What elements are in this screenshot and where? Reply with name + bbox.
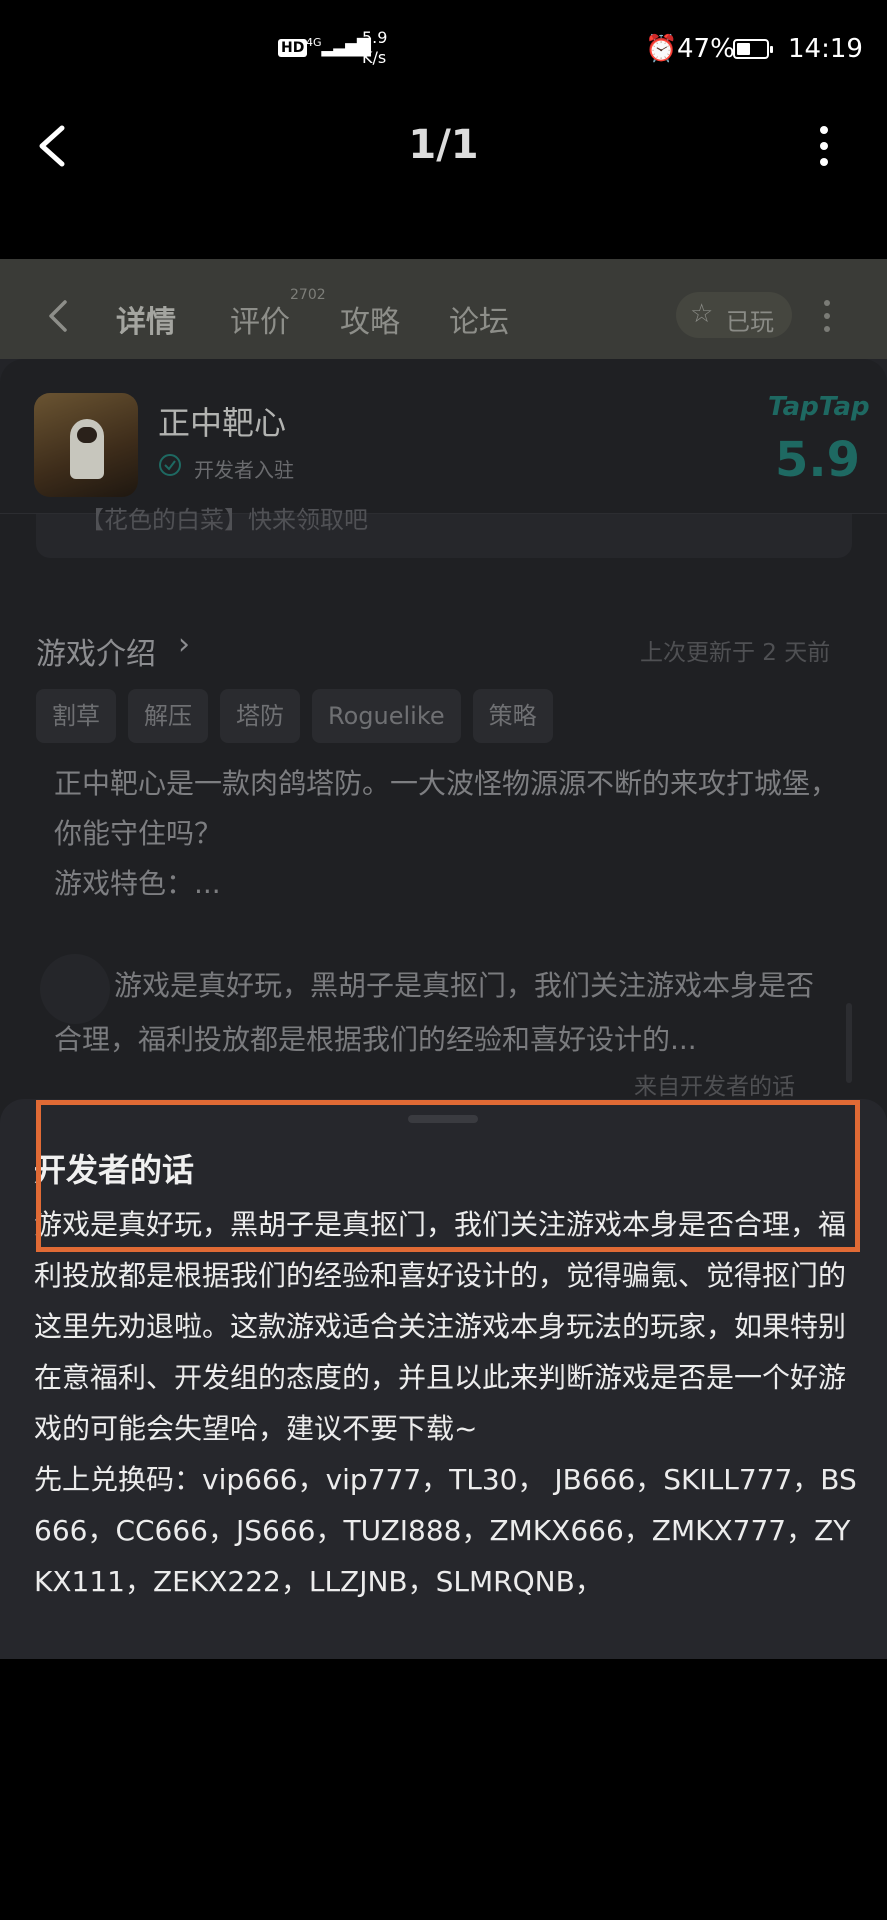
promo-banner-text: 【花色的白菜】快来领取吧 — [80, 506, 368, 534]
intro-title[interactable]: 游戏介绍 — [36, 629, 156, 673]
more-vertical-icon[interactable] — [812, 126, 836, 170]
battery-icon — [733, 39, 773, 59]
hd-badge: HD — [278, 39, 308, 57]
cellular-signal-icon: 4G▂▃▅▇ — [306, 36, 371, 57]
developer-words-preview[interactable]: 游戏是真好玩，黑胡子是真抠门，我们关注游戏本身是否合理，福利投放都是根据我们的经… — [54, 959, 834, 1067]
game-name: 正中靶心 — [158, 404, 287, 442]
played-button[interactable]: ☆ 已玩 — [676, 292, 792, 338]
tag-item[interactable]: 解压 — [128, 689, 208, 743]
developer-words-source: 来自开发者的话 — [634, 1074, 795, 1100]
verified-check-icon — [159, 454, 181, 476]
taptap-logo: TapTap — [768, 392, 870, 422]
tag-item[interactable]: Roguelike — [312, 689, 461, 743]
image-counter: 1/1 — [408, 122, 479, 168]
star-outline-icon: ☆ — [690, 299, 714, 329]
tag-item[interactable]: 策略 — [472, 689, 553, 743]
app-nav-bar: 详情 评价 2702 攻略 论坛 ☆ 已玩 — [0, 259, 887, 359]
quote-side-bar — [846, 1003, 852, 1083]
tab-details[interactable]: 详情 — [116, 297, 176, 341]
battery-percent: 47% — [677, 34, 735, 64]
rating-score: 5.9 — [775, 432, 861, 488]
app-more-icon[interactable] — [824, 300, 832, 339]
game-icon — [34, 393, 138, 497]
alarm-icon: ⏰ — [645, 34, 678, 64]
update-time: 上次更新于 2 天前 — [640, 640, 831, 666]
tab-guides[interactable]: 攻略 — [340, 297, 400, 341]
tag-list: 割草 解压 塔防 Roguelike 策略 — [36, 689, 553, 743]
chevron-right-icon: › — [178, 627, 190, 662]
tab-forum[interactable]: 论坛 — [449, 297, 509, 341]
promo-banner[interactable]: 【花色的白菜】快来领取吧 — [36, 506, 852, 558]
tag-item[interactable]: 割草 — [36, 689, 116, 743]
viewer-bottom-area — [0, 1659, 887, 1920]
sheet-body: 游戏是真好玩，黑胡子是真抠门，我们关注游戏本身是否合理，福利投放都是根据我们的经… — [34, 1208, 857, 1598]
intro-description[interactable]: 正中靶心是一款肉鸽塔防。一大波怪物源源不断的来攻打城堡，你能守住吗？ 游戏特色：… — [54, 759, 844, 909]
tab-reviews[interactable]: 评价 — [230, 297, 290, 341]
tag-item[interactable]: 塔防 — [220, 689, 300, 743]
clock: 14:19 — [788, 34, 863, 64]
reviews-count-badge: 2702 — [290, 287, 326, 303]
screenshot-image: 详情 评价 2702 攻略 论坛 ☆ 已玩 正中靶心 开发者入驻 TapTap … — [0, 259, 887, 1659]
network-speed: 5.9 K/s — [362, 28, 388, 67]
developer-status: 开发者入驻 — [194, 458, 294, 482]
status-bar: HD 4G▂▃▅▇ 5.9 K/s ⏰ 47% 14:19 — [0, 0, 887, 100]
app-back-icon[interactable] — [48, 299, 68, 333]
highlight-box — [36, 1100, 860, 1252]
